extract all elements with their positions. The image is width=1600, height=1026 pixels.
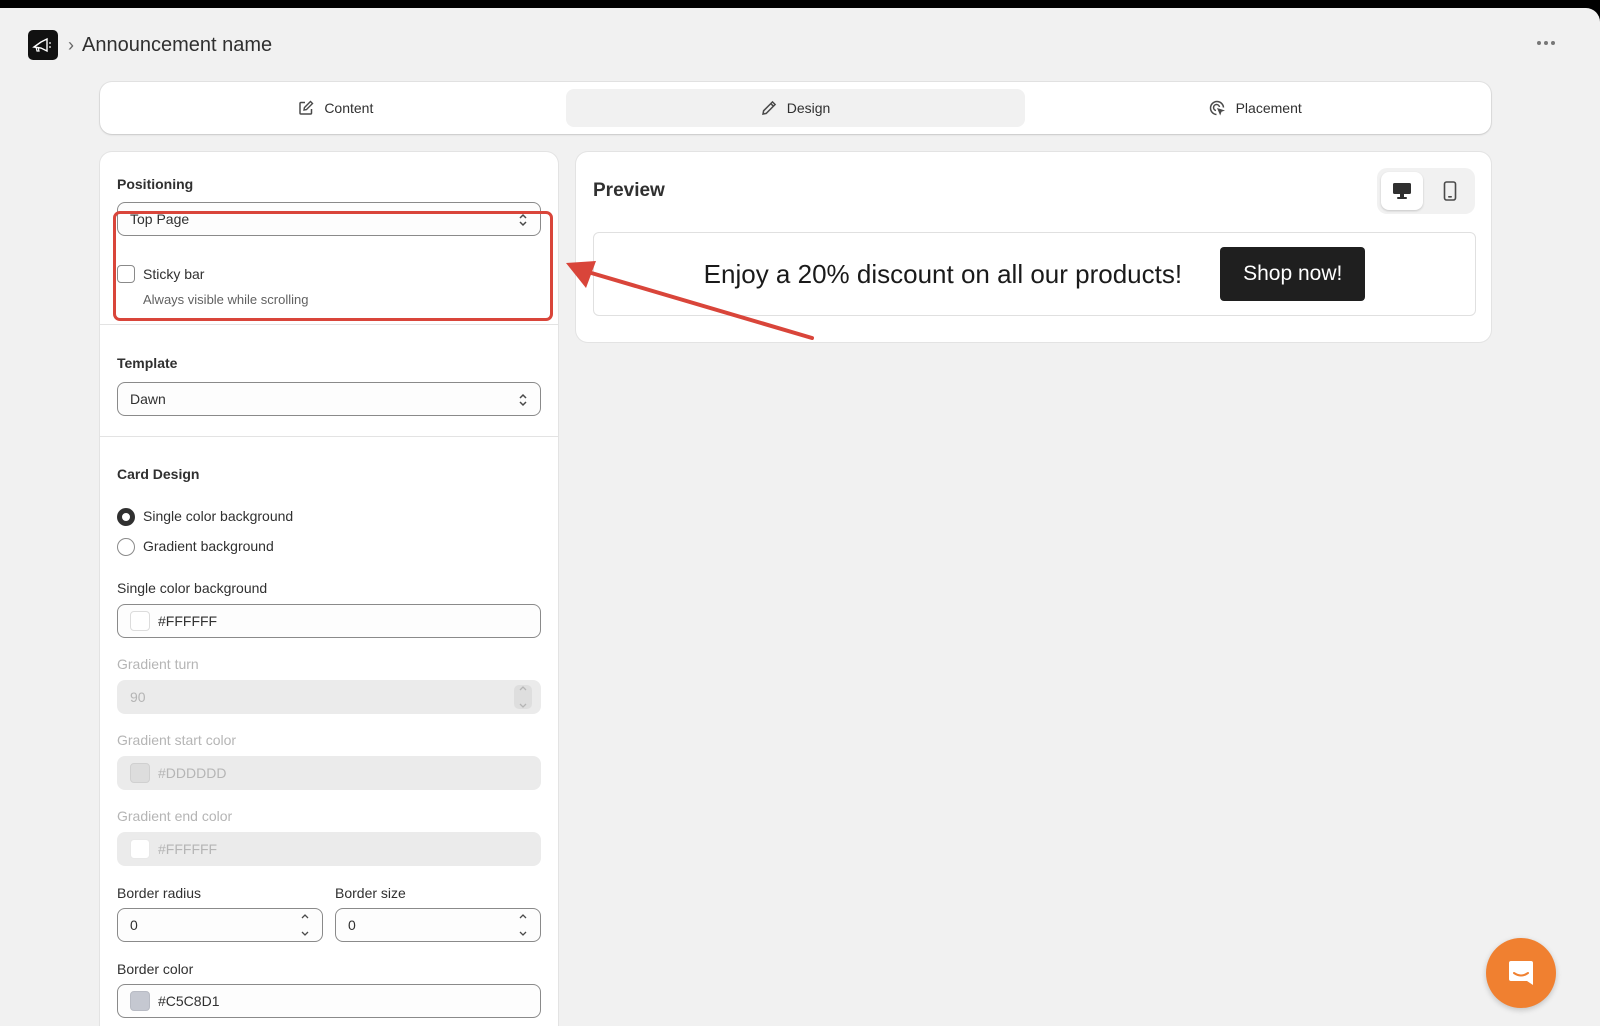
single-color-radio-label: Single color background — [143, 508, 294, 524]
sticky-bar-help: Always visible while scrolling — [143, 292, 309, 307]
stepper-arrows[interactable] — [514, 913, 532, 937]
chat-icon — [1509, 961, 1533, 985]
color-swatch[interactable] — [130, 991, 150, 1011]
border-color-field[interactable]: #C5C8D1 — [117, 984, 541, 1018]
border-color-label: Border color — [117, 961, 194, 977]
color-swatch[interactable] — [130, 763, 150, 783]
divider — [100, 324, 558, 325]
positioning-select[interactable]: Top Page — [117, 202, 541, 236]
gradient-start-label: Gradient start color — [117, 732, 237, 748]
gradient-start-field[interactable]: #DDDDDD — [117, 756, 541, 790]
positioning-select-value: Top Page — [130, 211, 190, 227]
tab-placement[interactable]: Placement — [1025, 89, 1485, 127]
template-title: Template — [117, 355, 178, 371]
device-toggle — [1377, 168, 1475, 214]
gradient-end-label: Gradient end color — [117, 808, 233, 824]
gradient-radio[interactable] — [117, 538, 135, 556]
tab-design-label: Design — [786, 100, 831, 116]
border-size-value: 0 — [348, 917, 356, 933]
color-swatch[interactable] — [130, 611, 150, 631]
stepper-arrows[interactable] — [514, 685, 532, 709]
cursor-target-icon — [1209, 100, 1225, 115]
page-title: Announcement name — [82, 33, 273, 56]
gradient-turn-field[interactable]: 90 — [117, 680, 541, 714]
gradient-end-value: #FFFFFF — [158, 841, 218, 857]
border-radius-value: 0 — [130, 917, 138, 933]
template-select[interactable]: Dawn — [117, 382, 541, 416]
select-chevron-icon — [519, 213, 527, 227]
border-color-value: #C5C8D1 — [158, 993, 220, 1009]
mobile-icon — [1443, 181, 1457, 201]
tab-bar: Content Design Placement — [100, 82, 1491, 134]
header: › Announcement name — [28, 30, 272, 60]
chat-launcher-button[interactable] — [1486, 938, 1556, 1008]
positioning-title: Positioning — [117, 176, 194, 192]
settings-panel: Positioning Top Page Sticky bar Always v… — [100, 152, 558, 1026]
more-actions-button[interactable] — [1532, 32, 1560, 54]
single-color-value: #FFFFFF — [158, 613, 218, 629]
app-logo-icon[interactable] — [28, 30, 58, 60]
desktop-icon — [1393, 183, 1411, 199]
breadcrumb-separator: › — [68, 34, 74, 55]
tab-content[interactable]: Content — [106, 89, 566, 127]
desktop-view-button[interactable] — [1381, 172, 1423, 210]
divider — [100, 436, 558, 437]
pencil-icon — [761, 100, 776, 115]
app-window: › Announcement name Content Design Place… — [0, 8, 1600, 1026]
single-color-field[interactable]: #FFFFFF — [117, 604, 541, 638]
tab-placement-label: Placement — [1235, 100, 1302, 116]
border-size-field[interactable]: 0 — [335, 908, 541, 942]
border-radius-field[interactable]: 0 — [117, 908, 323, 942]
more-icon — [1537, 41, 1541, 45]
color-swatch[interactable] — [130, 839, 150, 859]
border-size-label: Border size — [335, 885, 406, 901]
single-color-label: Single color background — [117, 580, 268, 596]
gradient-turn-value: 90 — [130, 689, 146, 705]
annotation-arrow — [566, 261, 814, 340]
single-color-radio[interactable] — [117, 508, 135, 526]
select-chevron-icon — [519, 393, 527, 407]
gradient-radio-label: Gradient background — [143, 538, 274, 554]
sticky-bar-checkbox[interactable] — [117, 265, 135, 283]
shop-now-button[interactable]: Shop now! — [1220, 247, 1366, 301]
sticky-bar-label: Sticky bar — [143, 266, 205, 282]
border-radius-label: Border radius — [117, 885, 202, 901]
mobile-view-button[interactable] — [1429, 172, 1471, 210]
preview-title: Preview — [593, 180, 665, 201]
template-select-value: Dawn — [130, 391, 166, 407]
edit-icon — [299, 100, 314, 115]
tab-design[interactable]: Design — [565, 89, 1026, 127]
gradient-start-value: #DDDDDD — [158, 765, 227, 781]
card-design-title: Card Design — [117, 466, 200, 482]
stepper-arrows[interactable] — [296, 913, 314, 937]
gradient-end-field[interactable]: #FFFFFF — [117, 832, 541, 866]
gradient-turn-label: Gradient turn — [117, 656, 199, 672]
tab-content-label: Content — [324, 100, 374, 116]
